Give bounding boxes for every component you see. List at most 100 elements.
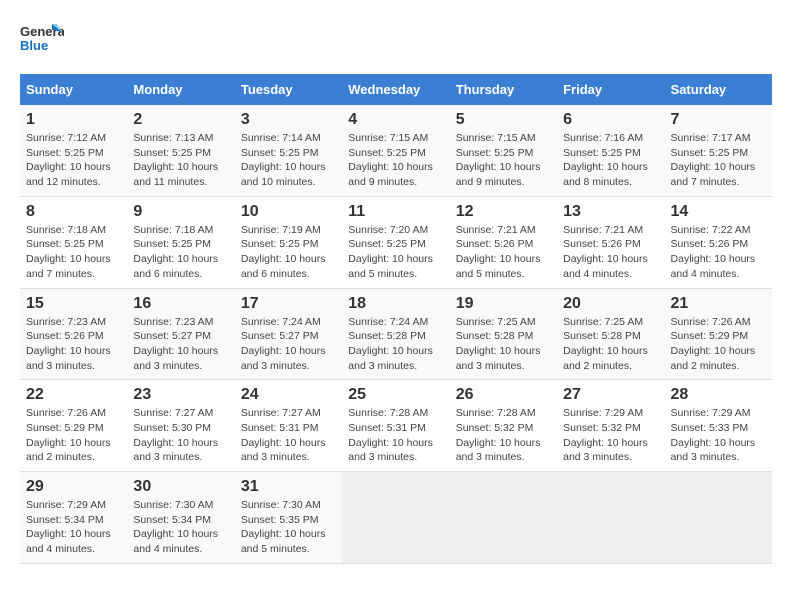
day-header-tuesday: Tuesday xyxy=(235,74,342,105)
week-row-1: 1 Sunrise: 7:12 AM Sunset: 5:25 PM Daylig… xyxy=(20,105,772,196)
day-cell xyxy=(557,472,664,564)
day-number: 18 xyxy=(348,295,443,313)
day-header-friday: Friday xyxy=(557,74,664,105)
day-cell: 8Sunrise: 7:18 AM Sunset: 5:25 PM Daylig… xyxy=(20,196,127,288)
svg-text:Blue: Blue xyxy=(20,38,48,53)
day-info: Sunrise: 7:23 AM Sunset: 5:27 PM Dayligh… xyxy=(133,315,228,374)
day-info: Sunrise: 7:25 AM Sunset: 5:28 PM Dayligh… xyxy=(563,315,658,374)
day-cell: 29 Sunrise: 7:29 AM Sunset: 5:34 PM Dayli… xyxy=(20,472,127,564)
day-info: Sunrise: 7:27 AM Sunset: 5:31 PM Dayligh… xyxy=(241,406,336,465)
day-cell: 16 Sunrise: 7:23 AM Sunset: 5:27 PM Dayli… xyxy=(127,288,234,380)
day-number: 6 xyxy=(563,111,658,129)
day-cell: 22 Sunrise: 7:26 AM Sunset: 5:29 PM Dayli… xyxy=(20,380,127,472)
day-number: 12 xyxy=(456,203,551,221)
day-cell: 17 Sunrise: 7:24 AM Sunset: 5:27 PM Dayli… xyxy=(235,288,342,380)
header: General Blue xyxy=(20,20,772,64)
week-row-5: 29 Sunrise: 7:29 AM Sunset: 5:34 PM Dayli… xyxy=(20,472,772,564)
day-info: Sunrise: 7:29 AM Sunset: 5:34 PM Dayligh… xyxy=(26,498,121,557)
day-number: 17 xyxy=(241,295,336,313)
day-number: 30 xyxy=(133,478,228,496)
day-info: Sunrise: 7:29 AM Sunset: 5:32 PM Dayligh… xyxy=(563,406,658,465)
day-cell: 7Sunrise: 7:17 AM Sunset: 5:25 PM Daylig… xyxy=(665,105,772,196)
day-number: 31 xyxy=(241,478,336,496)
day-info: Sunrise: 7:21 AM Sunset: 5:26 PM Dayligh… xyxy=(563,223,658,282)
day-header-monday: Monday xyxy=(127,74,234,105)
day-number: 15 xyxy=(26,295,121,313)
day-info: Sunrise: 7:26 AM Sunset: 5:29 PM Dayligh… xyxy=(671,315,766,374)
day-number: 2 xyxy=(133,111,228,129)
logo: General Blue xyxy=(20,20,64,64)
day-info: Sunrise: 7:14 AM Sunset: 5:25 PM Dayligh… xyxy=(241,131,336,190)
day-info: Sunrise: 7:28 AM Sunset: 5:32 PM Dayligh… xyxy=(456,406,551,465)
day-cell xyxy=(665,472,772,564)
day-number: 16 xyxy=(133,295,228,313)
day-cell: 5 Sunrise: 7:15 AM Sunset: 5:25 PM Daylig… xyxy=(450,105,557,196)
day-cell: 31 Sunrise: 7:30 AM Sunset: 5:35 PM Dayli… xyxy=(235,472,342,564)
day-cell: 2 Sunrise: 7:13 AM Sunset: 5:25 PM Daylig… xyxy=(127,105,234,196)
week-row-2: 8Sunrise: 7:18 AM Sunset: 5:25 PM Daylig… xyxy=(20,196,772,288)
day-cell: 25 Sunrise: 7:28 AM Sunset: 5:31 PM Dayli… xyxy=(342,380,449,472)
day-cell: 27 Sunrise: 7:29 AM Sunset: 5:32 PM Dayli… xyxy=(557,380,664,472)
day-cell: 21 Sunrise: 7:26 AM Sunset: 5:29 PM Dayli… xyxy=(665,288,772,380)
day-cell: 28 Sunrise: 7:29 AM Sunset: 5:33 PM Dayli… xyxy=(665,380,772,472)
day-cell: 14Sunrise: 7:22 AM Sunset: 5:26 PM Dayli… xyxy=(665,196,772,288)
day-number: 4 xyxy=(348,111,443,129)
day-cell: 23Sunrise: 7:27 AM Sunset: 5:30 PM Dayli… xyxy=(127,380,234,472)
day-number: 19 xyxy=(456,295,551,313)
day-number: 9 xyxy=(133,203,228,221)
day-info: Sunrise: 7:15 AM Sunset: 5:25 PM Dayligh… xyxy=(456,131,551,190)
day-number: 13 xyxy=(563,203,658,221)
day-cell xyxy=(450,472,557,564)
day-cell: 24 Sunrise: 7:27 AM Sunset: 5:31 PM Dayli… xyxy=(235,380,342,472)
day-number: 26 xyxy=(456,386,551,404)
day-number: 25 xyxy=(348,386,443,404)
day-headers: SundayMondayTuesdayWednesdayThursdayFrid… xyxy=(20,74,772,105)
day-number: 24 xyxy=(241,386,336,404)
day-header-saturday: Saturday xyxy=(665,74,772,105)
logo-bird-icon: General Blue xyxy=(20,20,64,64)
calendar-table: SundayMondayTuesdayWednesdayThursdayFrid… xyxy=(20,74,772,564)
day-info: Sunrise: 7:28 AM Sunset: 5:31 PM Dayligh… xyxy=(348,406,443,465)
day-info: Sunrise: 7:21 AM Sunset: 5:26 PM Dayligh… xyxy=(456,223,551,282)
day-cell: 9 Sunrise: 7:18 AM Sunset: 5:25 PM Daylig… xyxy=(127,196,234,288)
day-number: 27 xyxy=(563,386,658,404)
day-info: Sunrise: 7:29 AM Sunset: 5:33 PM Dayligh… xyxy=(671,406,766,465)
day-number: 3 xyxy=(241,111,336,129)
day-info: Sunrise: 7:23 AM Sunset: 5:26 PM Dayligh… xyxy=(26,315,121,374)
day-cell: 18 Sunrise: 7:24 AM Sunset: 5:28 PM Dayli… xyxy=(342,288,449,380)
day-cell: 1 Sunrise: 7:12 AM Sunset: 5:25 PM Daylig… xyxy=(20,105,127,196)
day-info: Sunrise: 7:18 AM Sunset: 5:25 PM Dayligh… xyxy=(26,223,121,282)
day-number: 22 xyxy=(26,386,121,404)
day-number: 5 xyxy=(456,111,551,129)
day-cell: 10 Sunrise: 7:19 AM Sunset: 5:25 PM Dayli… xyxy=(235,196,342,288)
day-number: 23 xyxy=(133,386,228,404)
week-row-4: 22 Sunrise: 7:26 AM Sunset: 5:29 PM Dayli… xyxy=(20,380,772,472)
day-info: Sunrise: 7:13 AM Sunset: 5:25 PM Dayligh… xyxy=(133,131,228,190)
day-cell: 6 Sunrise: 7:16 AM Sunset: 5:25 PM Daylig… xyxy=(557,105,664,196)
day-number: 21 xyxy=(671,295,766,313)
day-number: 29 xyxy=(26,478,121,496)
day-cell: 3 Sunrise: 7:14 AM Sunset: 5:25 PM Daylig… xyxy=(235,105,342,196)
day-number: 20 xyxy=(563,295,658,313)
day-info: Sunrise: 7:18 AM Sunset: 5:25 PM Dayligh… xyxy=(133,223,228,282)
day-cell: 26 Sunrise: 7:28 AM Sunset: 5:32 PM Dayli… xyxy=(450,380,557,472)
day-info: Sunrise: 7:26 AM Sunset: 5:29 PM Dayligh… xyxy=(26,406,121,465)
day-cell: 12 Sunrise: 7:21 AM Sunset: 5:26 PM Dayli… xyxy=(450,196,557,288)
day-cell: 4Sunrise: 7:15 AM Sunset: 5:25 PM Daylig… xyxy=(342,105,449,196)
day-number: 10 xyxy=(241,203,336,221)
day-number: 14 xyxy=(671,203,766,221)
day-info: Sunrise: 7:30 AM Sunset: 5:35 PM Dayligh… xyxy=(241,498,336,557)
day-header-sunday: Sunday xyxy=(20,74,127,105)
day-cell: 30Sunrise: 7:30 AM Sunset: 5:34 PM Dayli… xyxy=(127,472,234,564)
day-info: Sunrise: 7:19 AM Sunset: 5:25 PM Dayligh… xyxy=(241,223,336,282)
day-cell: 19 Sunrise: 7:25 AM Sunset: 5:28 PM Dayli… xyxy=(450,288,557,380)
day-info: Sunrise: 7:24 AM Sunset: 5:28 PM Dayligh… xyxy=(348,315,443,374)
day-info: Sunrise: 7:12 AM Sunset: 5:25 PM Dayligh… xyxy=(26,131,121,190)
day-info: Sunrise: 7:25 AM Sunset: 5:28 PM Dayligh… xyxy=(456,315,551,374)
day-info: Sunrise: 7:24 AM Sunset: 5:27 PM Dayligh… xyxy=(241,315,336,374)
day-info: Sunrise: 7:16 AM Sunset: 5:25 PM Dayligh… xyxy=(563,131,658,190)
day-number: 1 xyxy=(26,111,121,129)
day-cell xyxy=(342,472,449,564)
day-number: 11 xyxy=(348,203,443,221)
day-number: 28 xyxy=(671,386,766,404)
